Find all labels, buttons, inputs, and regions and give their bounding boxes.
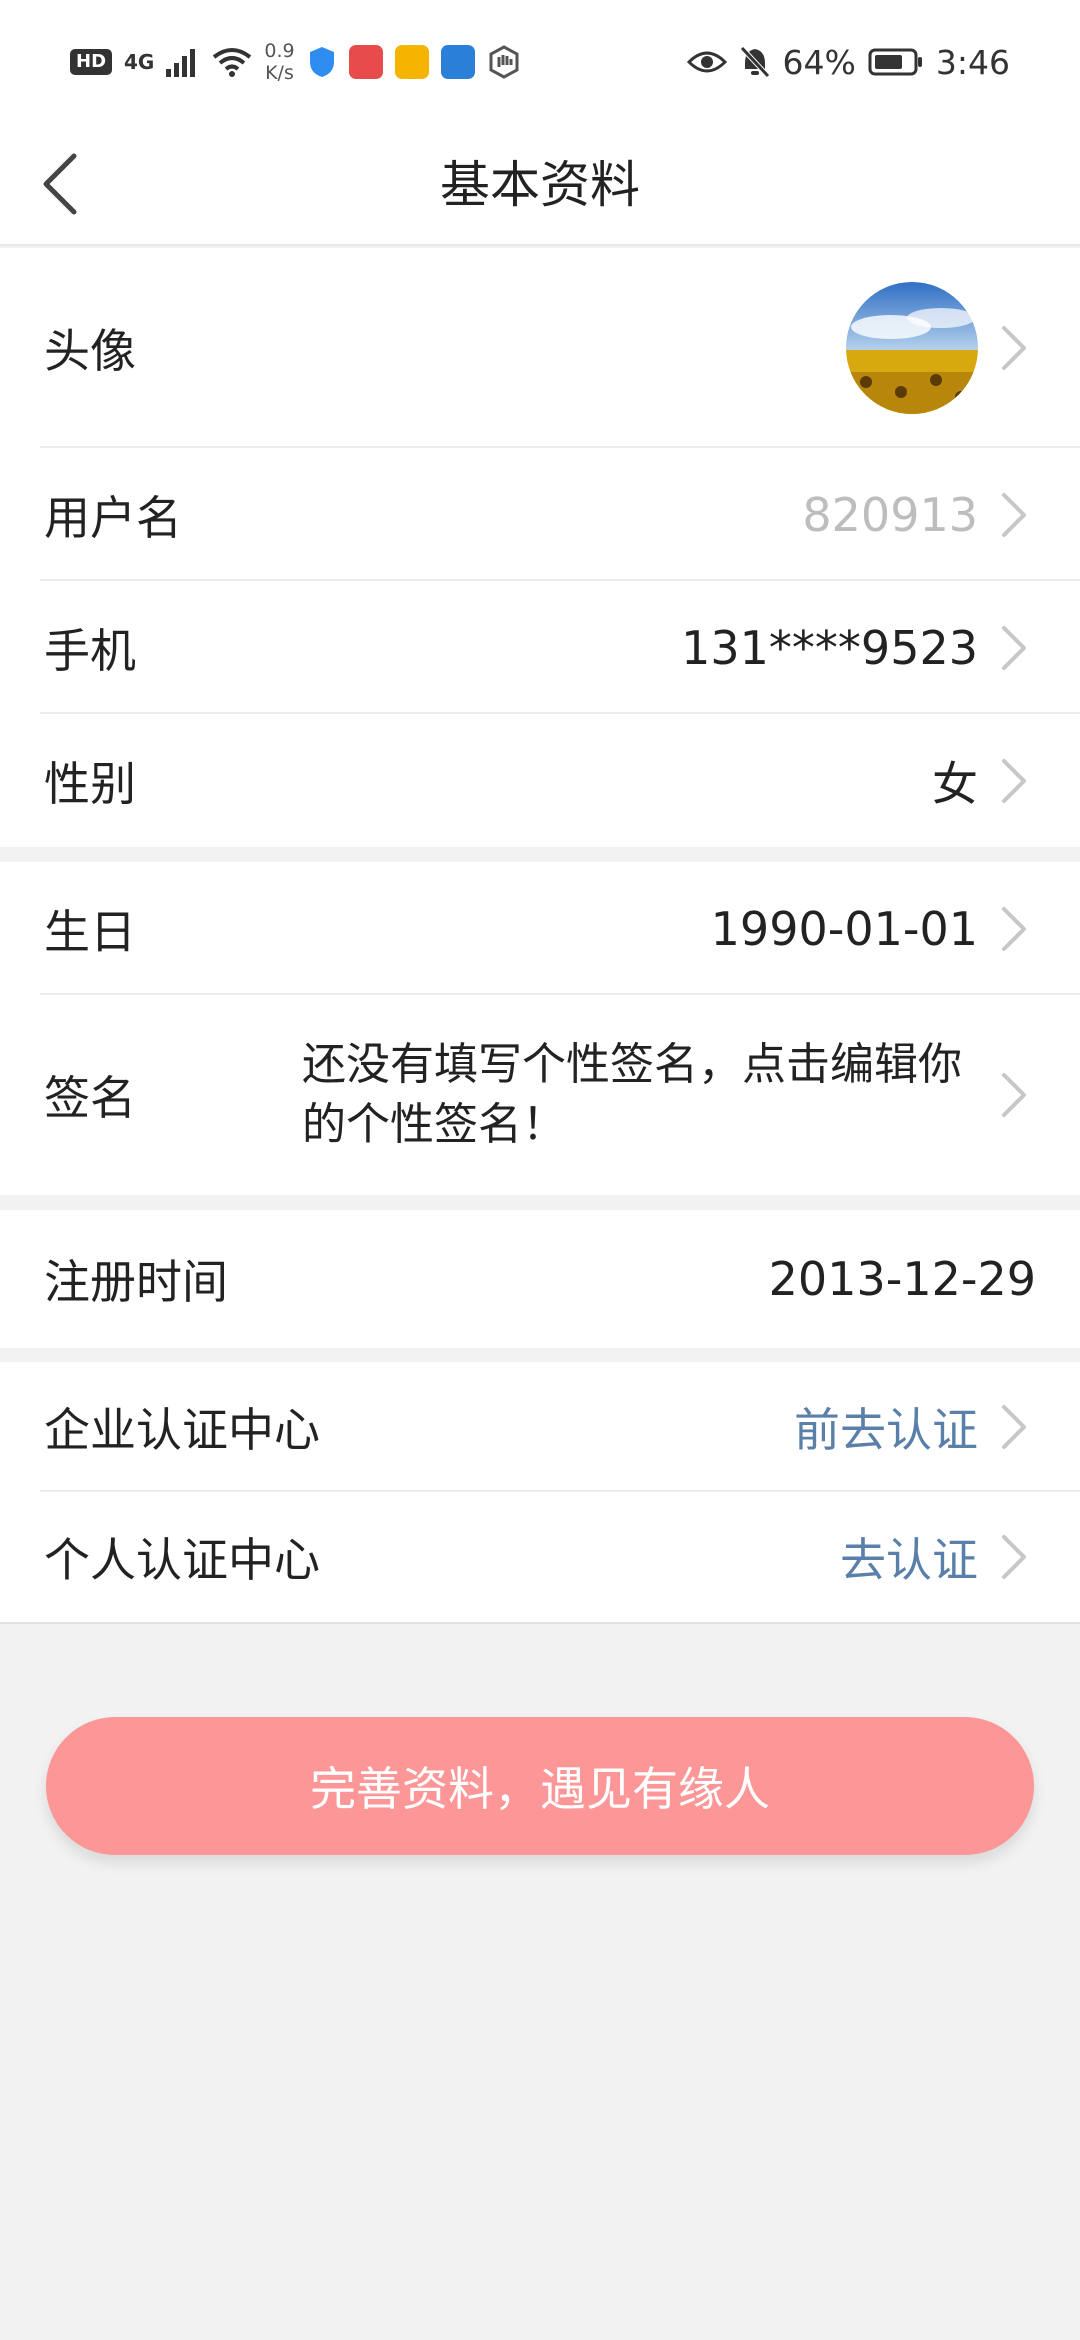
enterprise-cert-row[interactable]: 企业认证中心 前去认证: [0, 1362, 1080, 1492]
mute-bell-icon: [739, 46, 770, 78]
gender-row[interactable]: 性别 女: [0, 714, 1080, 847]
username-value: 820913: [802, 487, 978, 542]
signature-label: 签名: [44, 1071, 136, 1125]
battery-icon: [868, 48, 922, 76]
network-speed: 0.9 K/s: [264, 40, 294, 84]
battery-percent: 64%: [782, 42, 856, 82]
signature-row[interactable]: 签名 还没有填写个性签名，点击编辑你的个性签名！: [0, 995, 1080, 1195]
eye-icon: [686, 51, 727, 73]
weibo-app-icon: [394, 45, 429, 79]
personal-cert-link[interactable]: 去认证: [840, 1524, 978, 1590]
enterprise-cert-link[interactable]: 前去认证: [794, 1394, 978, 1460]
hand-app-icon: [489, 45, 519, 79]
chevron-right-icon: [1002, 492, 1026, 537]
profile-group-basic: 头像 用户名 820913 手机 131****9523 性别 女: [0, 248, 1080, 847]
personal-cert-label: 个人认证中心: [44, 1533, 320, 1587]
birthday-row[interactable]: 生日 1990-01-01: [0, 862, 1080, 995]
status-right: 64% 3:46: [686, 42, 1010, 82]
register-time-value: 2013-12-29: [768, 1252, 1036, 1306]
status-left: HD 4G 0.9 K/s: [70, 40, 521, 84]
enterprise-cert-label: 企业认证中心: [44, 1403, 320, 1457]
page-title: 基本资料: [440, 156, 640, 214]
complete-profile-button[interactable]: 完善资料，遇见有缘人: [46, 1717, 1034, 1855]
profile-group-register: 注册时间 2013-12-29: [0, 1210, 1080, 1348]
gender-label: 性别: [44, 756, 136, 811]
phone-value: 131****9523: [681, 620, 978, 675]
speed-unit: K/s: [265, 62, 294, 84]
signal-icon: [166, 49, 196, 77]
weather-app-icon: [440, 45, 475, 79]
shield-app-icon: [309, 47, 334, 77]
register-time-row: 注册时间 2013-12-29: [0, 1210, 1080, 1348]
chevron-right-icon: [1002, 1405, 1026, 1449]
phone-label: 手机: [44, 623, 136, 678]
profile-group-extra: 生日 1990-01-01 签名 还没有填写个性签名，点击编辑你的个性签名！: [0, 862, 1080, 1195]
personal-cert-row[interactable]: 个人认证中心 去认证: [0, 1492, 1080, 1622]
username-label: 用户名: [44, 490, 182, 545]
signature-value: 还没有填写个性签名，点击编辑你的个性签名！: [302, 1039, 962, 1150]
header: 基本资料: [0, 124, 1080, 246]
birthday-label: 生日: [44, 904, 136, 959]
speed-value: 0.9: [264, 40, 295, 62]
username-row[interactable]: 用户名 820913: [0, 448, 1080, 581]
chevron-right-icon: [1002, 758, 1026, 803]
avatar-row[interactable]: 头像: [0, 248, 1080, 448]
profile-group-certification: 企业认证中心 前去认证 个人认证中心 去认证: [0, 1362, 1080, 1624]
avatar[interactable]: [846, 282, 978, 414]
chevron-right-icon: [1002, 906, 1026, 951]
hd-indicator: HD: [70, 49, 113, 75]
group-bottom-border: [0, 1622, 1080, 1624]
chevron-right-icon: [1002, 326, 1026, 370]
gender-value: 女: [932, 756, 978, 811]
register-time-label: 注册时间: [44, 1255, 228, 1309]
chevron-right-icon: [1002, 1535, 1026, 1579]
wifi-icon: [213, 48, 252, 77]
chevron-right-icon: [1002, 1073, 1026, 1117]
status-bar: HD 4G 0.9 K/s 64% 3:46: [0, 0, 1080, 124]
complete-profile-label: 完善资料，遇见有缘人: [310, 1762, 770, 1816]
reader-app-icon: [348, 45, 383, 79]
network-type: 4G: [124, 50, 155, 74]
chevron-right-icon: [1002, 625, 1026, 670]
birthday-value: 1990-01-01: [710, 901, 978, 956]
clock: 3:46: [935, 42, 1010, 82]
phone-row[interactable]: 手机 131****9523: [0, 581, 1080, 714]
avatar-label: 头像: [44, 324, 136, 378]
